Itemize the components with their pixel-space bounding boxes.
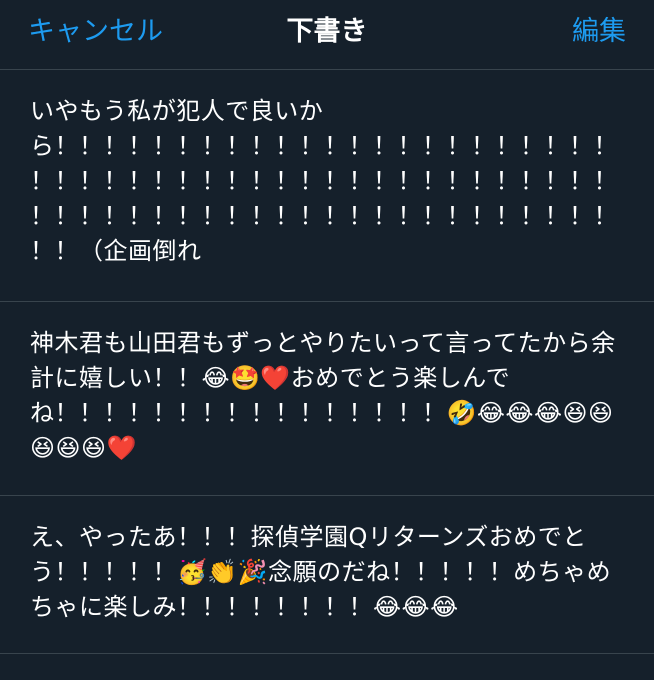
draft-text: いやもう私が犯人で良いから！！！！！！！！！！！！！！！！！！！！！！！！！！！… [30,97,618,265]
draft-item[interactable]: 神木君も山田君もずっとやりたいって言ってたから余計に嬉しい！！😂🤩❤️おめでとう… [0,302,654,496]
draft-item[interactable]: いやもう私が犯人で良いから！！！！！！！！！！！！！！！！！！！！！！！！！！！… [0,70,654,302]
cancel-button[interactable]: キャンセル [28,14,163,50]
navigation-bar: キャンセル 下書き 編集 [0,0,654,70]
draft-text: 神木君も山田君もずっとやりたいって言ってたから余計に嬉しい！！😂🤩❤️おめでとう… [30,329,616,462]
draft-text: え、やったあ！！！探偵学園Qリターンズおめでとう！！！！！🥳👏🎉念願のだね！！！… [30,523,612,621]
edit-button[interactable]: 編集 [572,14,626,50]
draft-item[interactable]: え、やったあ！！！探偵学園Qリターンズおめでとう！！！！！🥳👏🎉念願のだね！！！… [0,496,654,654]
drafts-list: いやもう私が犯人で良いから！！！！！！！！！！！！！！！！！！！！！！！！！！！… [0,70,654,654]
